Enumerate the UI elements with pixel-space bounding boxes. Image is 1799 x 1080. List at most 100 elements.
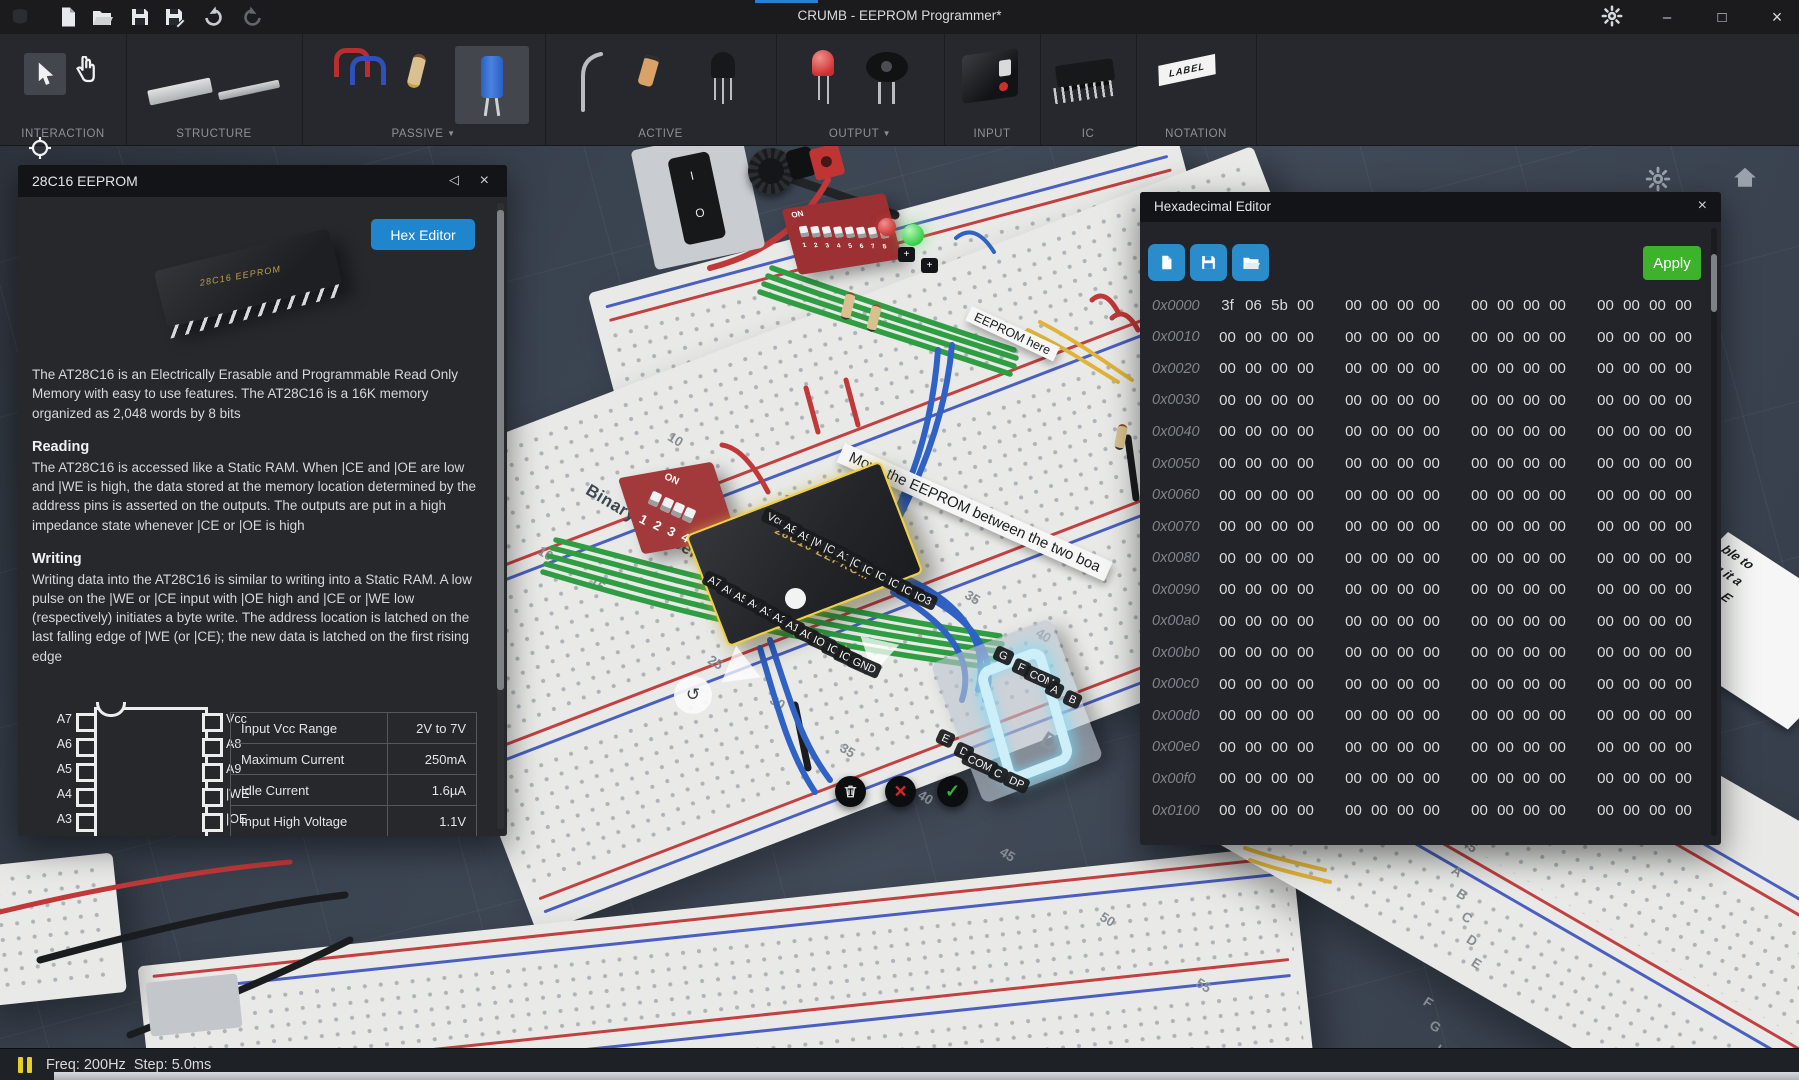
hex-byte[interactable]: 00 <box>1646 707 1669 724</box>
hex-byte[interactable]: 00 <box>1546 329 1569 346</box>
hex-byte[interactable]: 00 <box>1520 613 1543 630</box>
hex-byte[interactable]: 00 <box>1520 487 1543 504</box>
hex-byte[interactable]: 00 <box>1294 423 1317 440</box>
breadboard-strip-icon[interactable] <box>147 78 213 106</box>
hex-byte[interactable]: 00 <box>1216 550 1239 567</box>
hex-byte[interactable]: 00 <box>1646 676 1669 693</box>
hex-byte[interactable]: 00 <box>1342 644 1365 661</box>
hex-byte[interactable]: 00 <box>1242 423 1265 440</box>
hex-byte[interactable]: 00 <box>1242 329 1265 346</box>
hex-byte[interactable]: 00 <box>1294 550 1317 567</box>
dip8-toggle[interactable] <box>867 227 878 239</box>
hex-byte[interactable]: 00 <box>1268 518 1291 535</box>
hex-byte[interactable]: 00 <box>1468 423 1491 440</box>
hex-byte[interactable]: 00 <box>1594 739 1617 756</box>
redo-button[interactable] <box>242 5 266 29</box>
titlebar[interactable]: CRUMB - EEPROM Programmer* – □ × <box>0 0 1799 34</box>
close-hex-button[interactable]: × <box>1698 197 1707 215</box>
hex-byte[interactable]: 00 <box>1216 518 1239 535</box>
hex-byte[interactable]: 00 <box>1520 644 1543 661</box>
hex-byte[interactable]: 00 <box>1342 802 1365 819</box>
hex-byte[interactable]: 00 <box>1494 676 1517 693</box>
hex-byte[interactable]: 00 <box>1594 644 1617 661</box>
hex-byte[interactable]: 00 <box>1394 329 1417 346</box>
hex-byte[interactable]: 00 <box>1646 644 1669 661</box>
hex-byte[interactable]: 00 <box>1368 487 1391 504</box>
hex-byte[interactable]: 00 <box>1294 707 1317 724</box>
hex-byte[interactable]: 00 <box>1242 360 1265 377</box>
hex-byte[interactable]: 00 <box>1646 613 1669 630</box>
hex-byte[interactable]: 00 <box>1620 802 1643 819</box>
hex-byte[interactable]: 00 <box>1646 392 1669 409</box>
hex-byte[interactable]: 00 <box>1520 581 1543 598</box>
hex-byte[interactable]: 00 <box>1546 487 1569 504</box>
hex-byte[interactable]: 00 <box>1672 329 1695 346</box>
hex-byte[interactable]: 00 <box>1672 739 1695 756</box>
hex-byte[interactable]: 00 <box>1342 581 1365 598</box>
hex-byte[interactable]: 00 <box>1546 676 1569 693</box>
hex-byte[interactable]: 00 <box>1672 581 1695 598</box>
save-button[interactable] <box>128 5 152 29</box>
hex-byte[interactable]: 00 <box>1520 392 1543 409</box>
hex-byte[interactable]: 00 <box>1268 739 1291 756</box>
hex-byte[interactable]: 00 <box>1494 423 1517 440</box>
hex-byte[interactable]: 00 <box>1494 297 1517 314</box>
hex-byte[interactable]: 00 <box>1494 329 1517 346</box>
hex-byte[interactable]: 00 <box>1672 676 1695 693</box>
hex-byte[interactable]: 00 <box>1420 518 1443 535</box>
hex-byte[interactable]: 00 <box>1216 739 1239 756</box>
minimize-button[interactable]: – <box>1645 0 1689 34</box>
hex-byte[interactable]: 00 <box>1368 770 1391 787</box>
hex-byte[interactable]: 00 <box>1494 550 1517 567</box>
hex-byte[interactable]: 00 <box>1242 613 1265 630</box>
hex-byte[interactable]: 00 <box>1368 739 1391 756</box>
hex-byte[interactable]: 00 <box>1468 707 1491 724</box>
hex-byte[interactable]: 00 <box>1294 297 1317 314</box>
hex-byte[interactable]: 00 <box>1394 676 1417 693</box>
capacitor-tool-selected[interactable] <box>455 46 529 124</box>
hex-byte[interactable]: 00 <box>1594 329 1617 346</box>
hex-byte[interactable]: 00 <box>1294 392 1317 409</box>
hex-byte[interactable]: 00 <box>1672 360 1695 377</box>
hex-byte[interactable]: 00 <box>1394 455 1417 472</box>
hex-byte[interactable]: 00 <box>1494 581 1517 598</box>
hex-byte[interactable]: 00 <box>1594 423 1617 440</box>
hex-byte[interactable]: 00 <box>1546 739 1569 756</box>
hex-byte[interactable]: 00 <box>1672 518 1695 535</box>
hex-byte[interactable]: 00 <box>1294 644 1317 661</box>
hex-byte[interactable]: 3f <box>1216 297 1239 314</box>
hex-byte[interactable]: 00 <box>1468 770 1491 787</box>
hex-byte[interactable]: 00 <box>1646 770 1669 787</box>
hex-byte[interactable]: 00 <box>1672 613 1695 630</box>
hex-byte[interactable]: 00 <box>1672 707 1695 724</box>
hex-byte[interactable]: 00 <box>1394 297 1417 314</box>
hex-byte[interactable]: 00 <box>1672 770 1695 787</box>
hex-byte[interactable]: 00 <box>1520 423 1543 440</box>
hex-byte[interactable]: 00 <box>1620 707 1643 724</box>
hex-byte[interactable]: 00 <box>1394 518 1417 535</box>
hex-byte[interactable]: 00 <box>1494 518 1517 535</box>
hex-byte[interactable]: 00 <box>1368 644 1391 661</box>
close-panel-button[interactable]: × <box>480 172 489 190</box>
hex-byte[interactable]: 00 <box>1520 739 1543 756</box>
hex-byte[interactable]: 00 <box>1420 455 1443 472</box>
hex-byte[interactable]: 00 <box>1420 360 1443 377</box>
hex-byte[interactable]: 00 <box>1420 802 1443 819</box>
save-as-button[interactable] <box>162 5 186 29</box>
hex-byte[interactable]: 00 <box>1468 487 1491 504</box>
hex-byte[interactable]: 00 <box>1646 802 1669 819</box>
hex-byte[interactable]: 00 <box>1216 392 1239 409</box>
jumper-wire-icon[interactable] <box>350 56 386 85</box>
pause-icon[interactable] <box>27 1057 32 1073</box>
hex-scrollbar-thumb[interactable] <box>1711 254 1717 312</box>
dip8-toggle[interactable] <box>844 226 855 238</box>
hex-byte[interactable]: 00 <box>1672 297 1695 314</box>
hex-byte[interactable]: 00 <box>1294 581 1317 598</box>
hex-byte[interactable]: 00 <box>1420 392 1443 409</box>
hex-byte[interactable]: 00 <box>1620 455 1643 472</box>
hex-byte[interactable]: 00 <box>1342 297 1365 314</box>
hex-byte[interactable]: 00 <box>1546 455 1569 472</box>
hex-byte[interactable]: 00 <box>1594 613 1617 630</box>
hand-tool-icon[interactable] <box>72 56 98 86</box>
hex-byte[interactable]: 00 <box>1368 455 1391 472</box>
